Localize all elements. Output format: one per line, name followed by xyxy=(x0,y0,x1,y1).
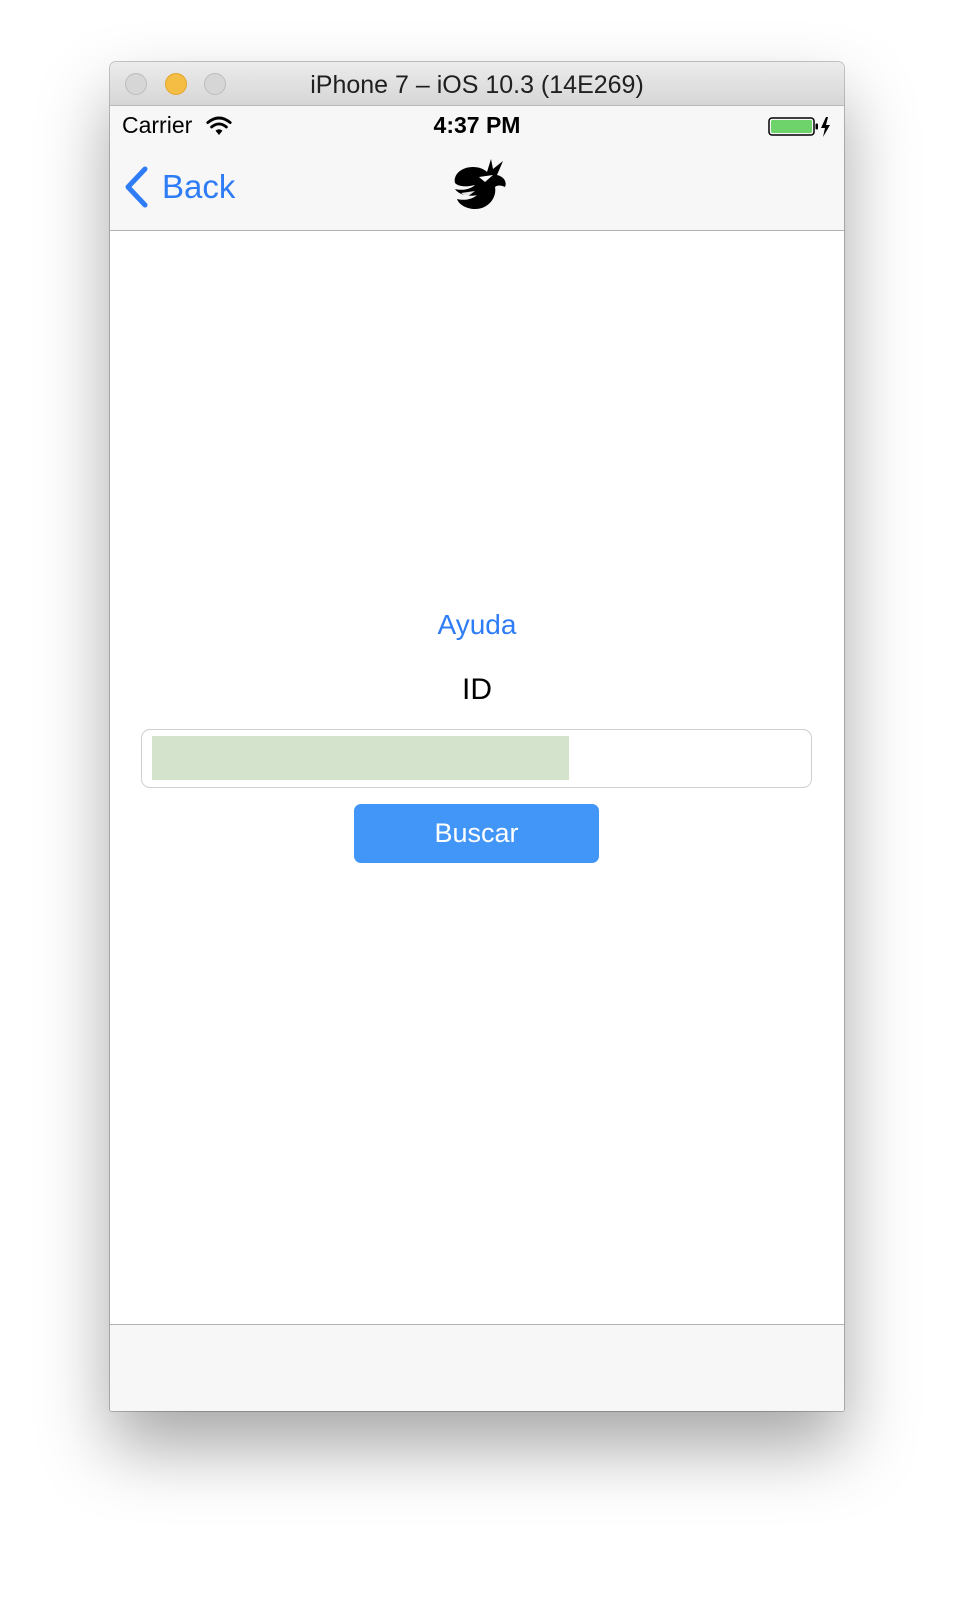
search-button[interactable]: Buscar xyxy=(354,804,599,863)
status-bar: Carrier 4:37 PM xyxy=(110,106,844,148)
status-time: 4:37 PM xyxy=(433,112,521,138)
main-content: Ayuda ID Buscar xyxy=(110,231,844,1324)
back-button[interactable]: Back xyxy=(122,162,235,212)
navigation-bar: Back xyxy=(110,148,844,231)
window-titlebar: iPhone 7 – iOS 10.3 (14E269) xyxy=(110,62,844,106)
chevron-left-icon xyxy=(125,166,148,208)
bird-logo-icon xyxy=(454,159,506,209)
window-title: iPhone 7 – iOS 10.3 (14E269) xyxy=(310,71,644,99)
simulator-window: iPhone 7 – iOS 10.3 (14E269) Carrier 4:3… xyxy=(110,62,844,1411)
id-input[interactable] xyxy=(141,729,812,788)
id-label: ID xyxy=(462,673,492,706)
help-link[interactable]: Ayuda xyxy=(110,609,844,641)
id-field-value xyxy=(152,736,569,780)
battery-charging-icon xyxy=(768,117,830,137)
bottom-toolbar xyxy=(110,1324,844,1411)
back-label: Back xyxy=(162,168,236,205)
